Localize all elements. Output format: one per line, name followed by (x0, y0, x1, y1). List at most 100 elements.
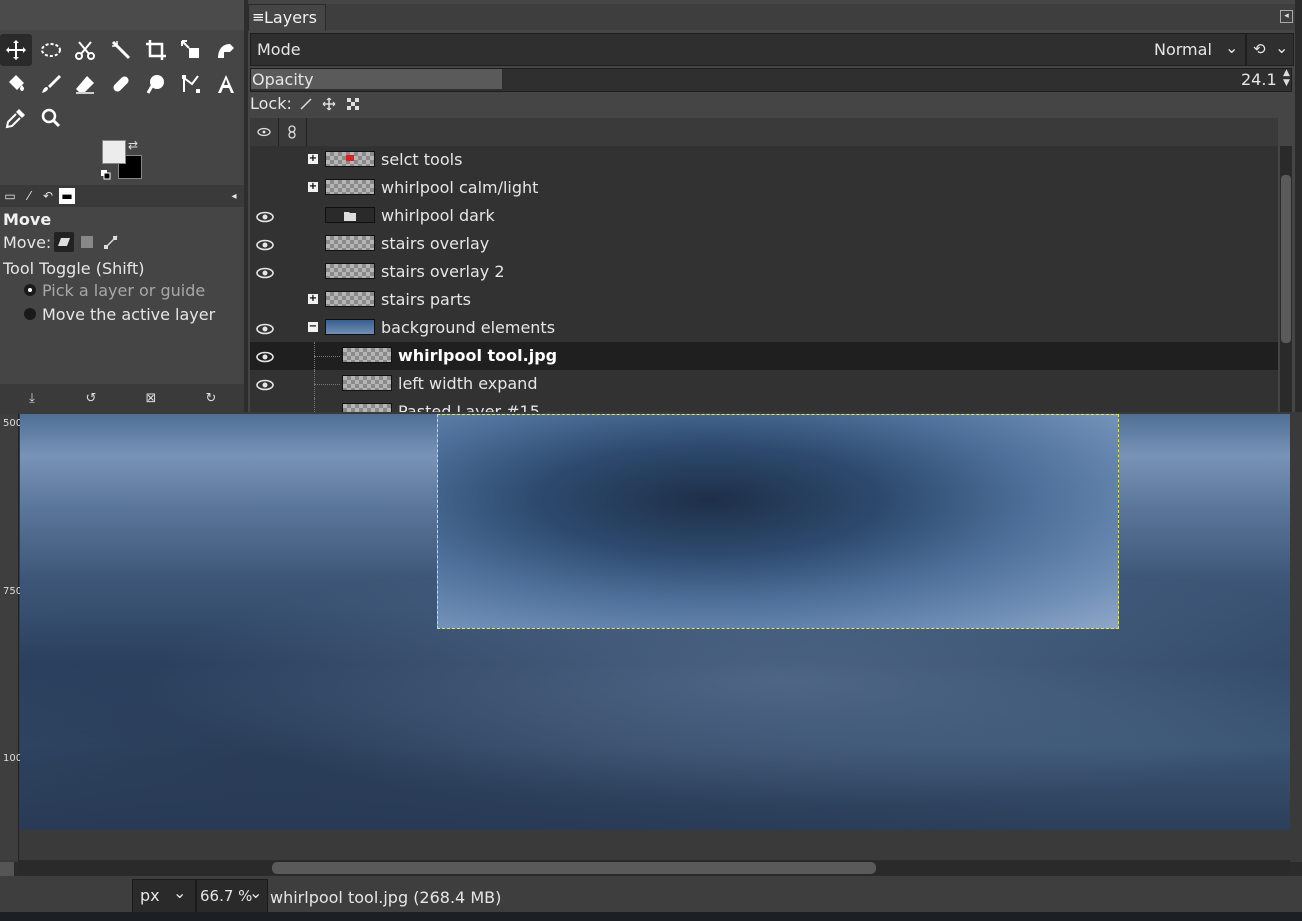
unified-transform-icon[interactable] (175, 34, 207, 66)
bucket-fill-icon[interactable] (0, 68, 32, 100)
vertical-ruler[interactable]: 500 750 1000 (0, 414, 28, 860)
layers-list: + selct tools + whirlpool calm/light whirlpo… (250, 146, 1278, 412)
reset-options-icon[interactable]: ↻ (203, 390, 219, 406)
smudge-icon[interactable] (140, 68, 172, 100)
tool-options-tab-icon[interactable]: ▭ (2, 188, 18, 204)
expand-icon[interactable]: + (308, 294, 318, 304)
opacity-spin-icon[interactable]: ▲ ▼ (1283, 68, 1290, 88)
layer-row[interactable]: left width expand (250, 370, 1278, 398)
move-selection-mode-button[interactable] (80, 234, 94, 248)
zoom-icon[interactable] (35, 102, 67, 134)
move-active-layer-label: Move the active layer (42, 305, 216, 324)
mode-dropdown[interactable]: Mode Normal ⌄ (250, 33, 1246, 66)
layer-row[interactable]: stairs overlay 2 (250, 258, 1278, 286)
lock-alpha-icon[interactable] (346, 96, 360, 110)
eye-icon[interactable] (256, 265, 274, 279)
layer-thumbnail[interactable] (325, 179, 375, 195)
eraser-icon[interactable] (69, 68, 101, 100)
layer-row[interactable]: whirlpool dark (250, 202, 1278, 230)
warp-transform-icon[interactable] (210, 34, 242, 66)
eye-icon[interactable] (256, 321, 274, 335)
expand-icon[interactable]: + (308, 182, 318, 192)
ellipse-select-icon[interactable] (35, 34, 67, 66)
expand-icon[interactable]: + (308, 154, 318, 164)
layer-row[interactable]: stairs overlay (250, 230, 1278, 258)
move-path-mode-button[interactable] (103, 234, 119, 250)
wilber-logo-area (0, 0, 244, 30)
layer-name[interactable]: whirlpool calm/light (381, 178, 538, 197)
quick-mask-toggle[interactable] (0, 862, 14, 876)
pick-layer-radio[interactable] (24, 284, 36, 296)
layer-thumbnail[interactable] (325, 151, 375, 167)
layer-row[interactable]: Pasted Layer #15 (250, 398, 1278, 412)
text-icon[interactable] (210, 68, 242, 100)
layer-name[interactable]: selct tools (381, 150, 462, 169)
layer-row[interactable]: + stairs parts (250, 286, 1278, 314)
layer-name[interactable]: whirlpool tool.jpg (398, 346, 557, 365)
delete-options-icon[interactable]: ⊠ (143, 390, 159, 406)
layer-row[interactable]: − background elements (250, 314, 1278, 342)
layer-thumbnail[interactable] (325, 263, 375, 279)
layer-thumbnail[interactable] (325, 291, 375, 307)
layer-name[interactable]: background elements (381, 318, 555, 337)
eye-icon[interactable] (256, 349, 274, 363)
move-icon[interactable] (0, 34, 32, 66)
lock-pixels-icon[interactable] (299, 96, 313, 110)
mode-value: Normal (1154, 40, 1212, 59)
opacity-value[interactable]: 24.1 (1241, 70, 1277, 89)
chain-column-header[interactable] (278, 118, 307, 146)
paintbrush-icon[interactable] (35, 68, 67, 100)
layer-row[interactable]: + selct tools (250, 146, 1278, 174)
layers-scrollbar-thumb[interactable] (1281, 175, 1291, 343)
tool-options-footer: ⤓ ↺ ⊠ ↻ (0, 384, 244, 412)
tab-layers[interactable]: ≡ Layers (248, 4, 326, 31)
folder-icon[interactable] (325, 207, 375, 223)
layer-thumbnail[interactable] (342, 347, 392, 363)
layer-name[interactable]: whirlpool dark (381, 206, 495, 225)
layer-name[interactable]: stairs parts (381, 290, 471, 309)
layer-name[interactable]: stairs overlay (381, 234, 489, 253)
dock-menu-icon[interactable]: ◂ (1280, 10, 1293, 23)
composite-mode-button[interactable]: ⟲ ⌄ (1246, 33, 1294, 66)
layer-thumbnail[interactable] (325, 319, 375, 335)
undo-history-tab-icon[interactable]: ↶ (40, 188, 56, 204)
layer-thumbnail[interactable] (342, 375, 392, 391)
unit-dropdown[interactable]: px ⌄ (132, 879, 196, 913)
scissors-select-icon[interactable] (69, 34, 101, 66)
save-options-icon[interactable]: ⤓ (24, 390, 40, 406)
active-layer-boundary[interactable] (437, 414, 1119, 629)
device-status-tab-icon[interactable]: ⁄ (21, 188, 37, 204)
heal-icon[interactable] (105, 68, 137, 100)
lock-position-icon[interactable] (322, 96, 336, 111)
configure-tab-icon[interactable]: ◂ (226, 188, 242, 204)
layer-name[interactable]: Pasted Layer #15 (398, 402, 540, 412)
move-layer-mode-button[interactable] (54, 232, 74, 252)
eye-icon[interactable] (256, 377, 274, 391)
tool-options-title: Move (3, 210, 52, 229)
layer-thumbnail[interactable] (325, 235, 375, 251)
paths-icon[interactable] (175, 68, 207, 100)
fuzzy-select-icon[interactable] (105, 34, 137, 66)
eye-icon[interactable] (256, 209, 274, 223)
swap-colors-icon[interactable]: ⇄ (128, 138, 138, 152)
horizontal-scrollbar-thumb[interactable] (272, 862, 876, 874)
move-active-layer-radio[interactable] (24, 308, 36, 320)
chevron-down-icon: ⌄ (249, 883, 263, 902)
zoom-dropdown[interactable]: 66.7 % ⌄ (196, 879, 268, 913)
collapse-icon[interactable]: − (308, 322, 318, 332)
color-picker-icon[interactable] (0, 102, 32, 134)
restore-options-icon[interactable]: ↺ (83, 390, 99, 406)
visibility-column-header[interactable] (250, 118, 279, 146)
layer-name[interactable]: stairs overlay 2 (381, 262, 505, 281)
layer-name[interactable]: left width expand (398, 374, 537, 393)
eye-icon[interactable] (256, 237, 274, 251)
images-tab-icon[interactable]: ▬ (59, 188, 75, 204)
foreground-color-swatch[interactable] (102, 140, 126, 164)
crop-icon[interactable] (140, 34, 172, 66)
layer-row[interactable]: + whirlpool calm/light (250, 174, 1278, 202)
reset-colors-icon[interactable] (101, 165, 111, 180)
layer-thumbnail[interactable] (342, 403, 392, 412)
layer-row[interactable]: whirlpool tool.jpg (250, 342, 1278, 370)
tool-options-panel: Move Move: Tool Toggle (Shift) Pick a la… (0, 207, 244, 385)
chevron-down-icon: ⌄ (1225, 38, 1239, 57)
